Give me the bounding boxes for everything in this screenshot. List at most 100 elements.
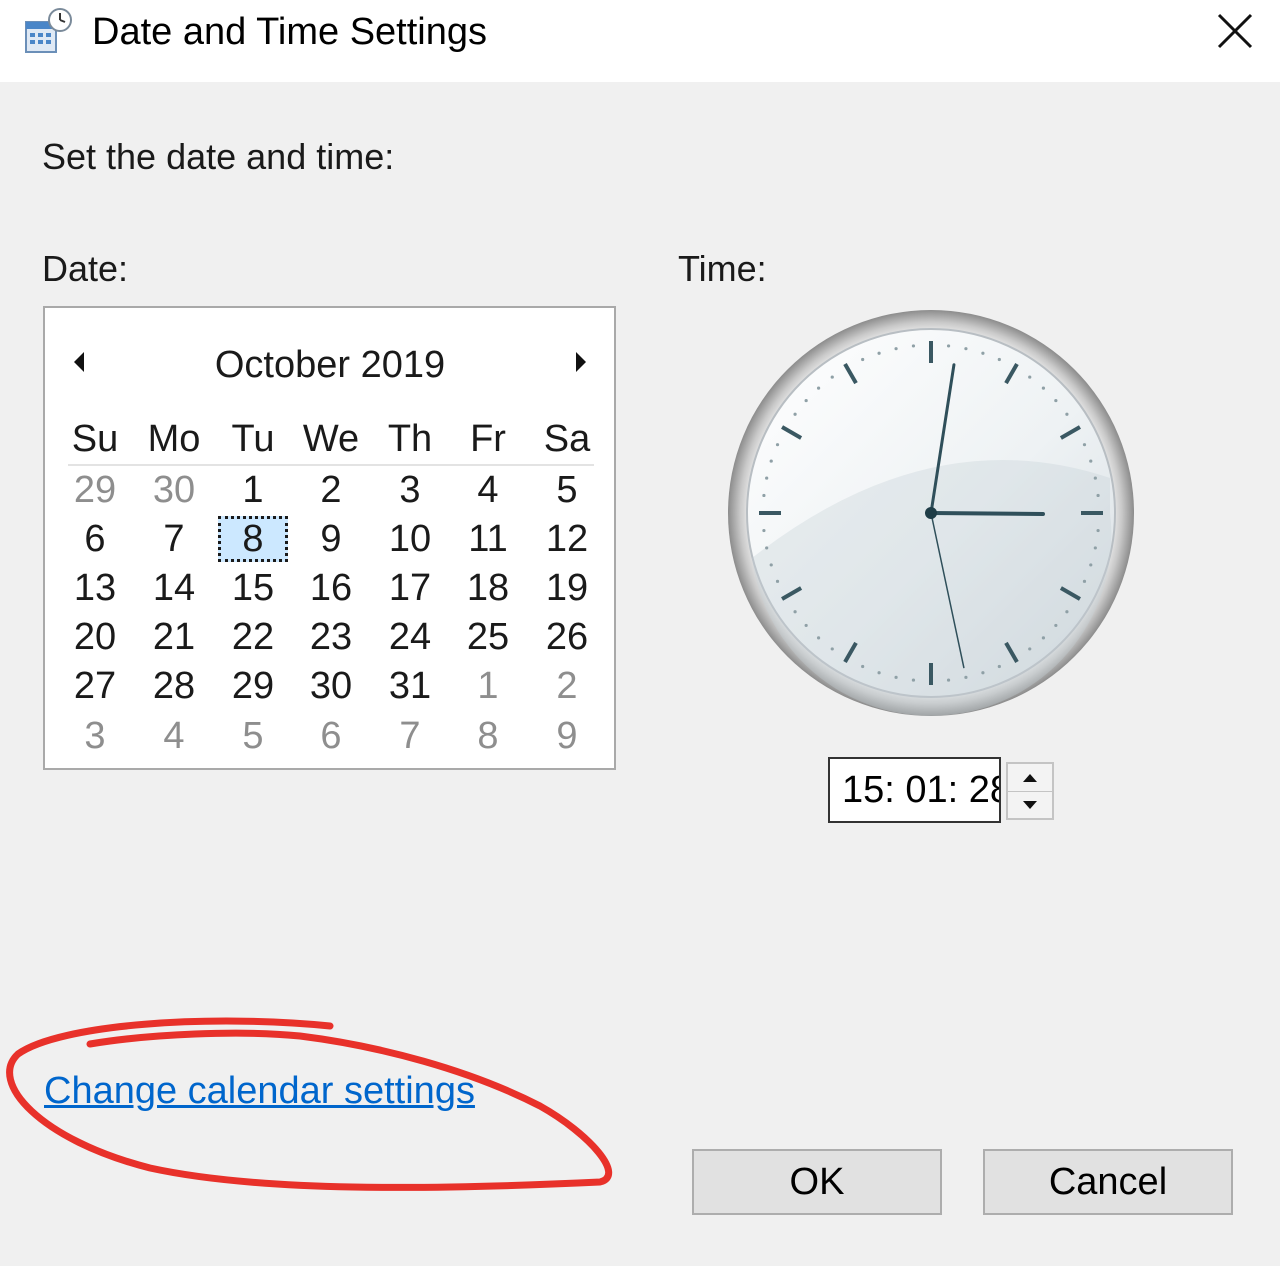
calendar-day[interactable]: 12 <box>532 516 602 562</box>
spin-up-icon <box>1023 773 1037 782</box>
clock-minute-tick <box>762 528 766 533</box>
calendar-day[interactable]: 2 <box>532 663 602 709</box>
clock-minute-tick <box>1054 398 1058 403</box>
clock-minute-tick <box>877 671 881 675</box>
clock-minute-tick <box>894 675 898 679</box>
calendar-day[interactable]: 24 <box>375 614 445 660</box>
change-calendar-settings-link[interactable]: Change calendar settings <box>44 1068 475 1114</box>
calendar-day[interactable]: 21 <box>139 614 209 660</box>
clock-minute-tick <box>1082 579 1087 583</box>
calendar-day[interactable]: 3 <box>375 467 445 513</box>
previous-month-button[interactable] <box>62 340 96 384</box>
date-label: Date: <box>42 248 129 289</box>
clock-minute-tick <box>1028 375 1032 379</box>
calendar-day[interactable]: 6 <box>296 713 366 759</box>
time-input[interactable] <box>828 757 1001 823</box>
calendar-day[interactable]: 1 <box>218 467 288 513</box>
weekday-header: We <box>302 418 360 460</box>
calendar-day[interactable]: 2 <box>296 467 366 513</box>
ok-button[interactable]: OK <box>692 1149 942 1215</box>
clock-minute-tick <box>911 344 916 348</box>
clock-minute-tick <box>816 386 821 390</box>
clock-minute-tick <box>830 375 834 379</box>
clock-minute-tick <box>964 347 968 351</box>
calendar-day[interactable]: 26 <box>532 614 602 660</box>
clock-minute-tick <box>793 610 797 614</box>
calendar-day[interactable]: 7 <box>139 516 209 562</box>
calendar-day[interactable]: 10 <box>375 516 445 562</box>
next-month-button[interactable] <box>564 340 598 384</box>
clock-minute-tick <box>1041 386 1046 390</box>
clock-minute-tick <box>762 493 766 498</box>
calendar-day[interactable]: 20 <box>60 614 130 660</box>
calendar-day[interactable]: 3 <box>60 713 130 759</box>
clock-minute-tick <box>911 678 916 682</box>
clock-minute-tick <box>1096 493 1100 498</box>
calendar-day[interactable]: 27 <box>60 663 130 709</box>
cancel-button[interactable]: Cancel <box>983 1149 1233 1215</box>
calendar-day-selected[interactable]: 8 <box>218 516 288 562</box>
weekday-header: Mo <box>147 418 201 460</box>
calendar-day[interactable]: 5 <box>218 713 288 759</box>
time-spin-down-button[interactable] <box>1008 791 1052 818</box>
clock-minute-tick <box>1065 610 1069 614</box>
calendar-day[interactable]: 31 <box>375 663 445 709</box>
clock-minute-tick <box>861 357 865 362</box>
calendar-day[interactable]: 15 <box>218 565 288 611</box>
time-spin-up-button[interactable] <box>1008 764 1052 792</box>
calendar-day[interactable]: 25 <box>453 614 523 660</box>
calendar-day[interactable]: 13 <box>60 565 130 611</box>
calendar-day[interactable]: 9 <box>532 713 602 759</box>
calendar-day[interactable]: 1 <box>453 663 523 709</box>
time-label: Time: <box>678 248 767 289</box>
calendar-day[interactable]: 22 <box>218 614 288 660</box>
calendar-day[interactable]: 8 <box>453 713 523 759</box>
clock-minute-tick <box>877 351 881 355</box>
close-button[interactable] <box>1200 0 1270 62</box>
clock-minute-tick <box>981 671 985 675</box>
analog-clock <box>728 310 1134 716</box>
clock-minute-tick <box>765 476 769 480</box>
clock-minute-tick <box>1028 647 1032 651</box>
clock-minute-tick <box>997 664 1001 669</box>
weekday-header: Su <box>71 418 119 460</box>
clock-minute-tick <box>997 357 1001 362</box>
clock-minute-tick <box>765 546 769 550</box>
calendar-day[interactable]: 17 <box>375 565 445 611</box>
clock-minute-tick <box>1089 563 1093 567</box>
calendar-day[interactable]: 6 <box>60 516 130 562</box>
clock-minute-tick <box>1065 412 1069 416</box>
calendar-day[interactable]: 30 <box>139 467 209 513</box>
calendar-day[interactable]: 30 <box>296 663 366 709</box>
weekday-header: Th <box>387 418 433 460</box>
calendar-day[interactable]: 18 <box>453 565 523 611</box>
calendar-day[interactable]: 29 <box>60 467 130 513</box>
calendar-day[interactable]: 11 <box>453 516 523 562</box>
calendar-day[interactable]: 4 <box>453 467 523 513</box>
clock-minute-tick <box>830 647 834 651</box>
clock-minute-tick <box>894 347 898 351</box>
calendar-day[interactable]: 4 <box>139 713 209 759</box>
calendar-day[interactable]: 9 <box>296 516 366 562</box>
clock-minute-tick <box>793 412 797 416</box>
clock-minute-tick <box>1054 623 1058 628</box>
close-icon <box>1217 13 1253 49</box>
calendar-day[interactable]: 19 <box>532 565 602 611</box>
triangle-right-icon <box>576 352 586 372</box>
clock-minute-tick <box>769 459 773 463</box>
calendar-month-year[interactable]: October 2019 <box>180 342 480 388</box>
clock-minute-tick <box>946 678 951 682</box>
calendar-day[interactable]: 16 <box>296 565 366 611</box>
calendar-day[interactable]: 14 <box>139 565 209 611</box>
calendar-day[interactable]: 29 <box>218 663 288 709</box>
calendar-day[interactable]: 23 <box>296 614 366 660</box>
calendar-day[interactable]: 28 <box>139 663 209 709</box>
dialog-heading: Set the date and time: <box>42 136 395 177</box>
calendar-day[interactable]: 5 <box>532 467 602 513</box>
calendar-day[interactable]: 7 <box>375 713 445 759</box>
clock-minute-tick <box>981 351 985 355</box>
clock-minute-tick <box>804 623 808 628</box>
time-spinner <box>1006 762 1054 820</box>
weekday-header: Sa <box>543 418 591 460</box>
clock-minute-tick <box>804 398 808 403</box>
